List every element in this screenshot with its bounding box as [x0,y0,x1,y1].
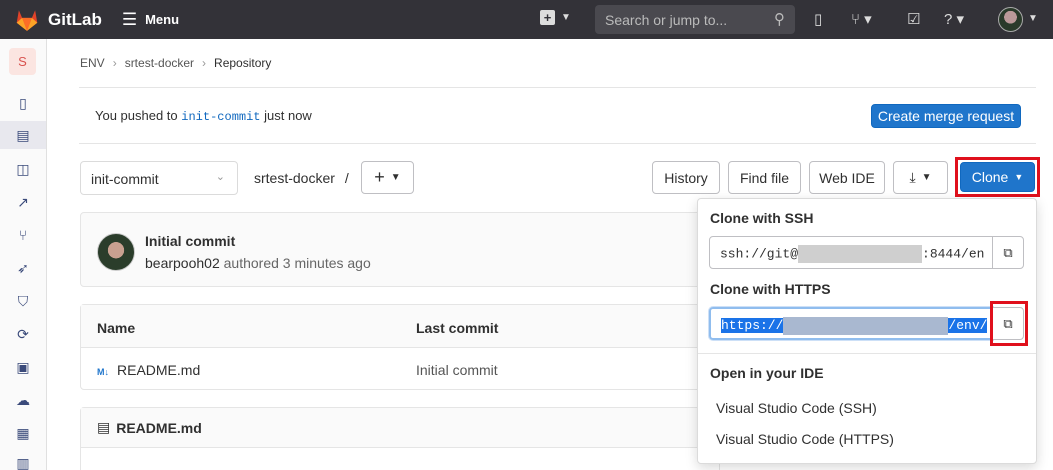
ssh-url-suffix: :8444/en [922,246,985,262]
gitlab-logo[interactable]: GitLab [14,7,102,33]
analytics-icon[interactable]: ▥ [0,449,46,470]
chevron-down-icon: ▼ [1014,172,1024,182]
clone-https-label: Clone with HTTPS [710,281,831,297]
top-navbar: GitLab ☰ Menu + ▼ Search or jump to... ⚲… [0,0,1053,39]
dropdown-divider [698,353,1036,354]
pushed-branch-link[interactable]: init-commit [181,110,260,124]
divider [79,143,1036,144]
open-in-ide-label: Open in your IDE [710,365,824,381]
chevron-down-icon: ⌄ [215,171,225,183]
repository-icon[interactable]: ▤ [0,121,46,149]
ssh-url-field[interactable]: ssh://git@ :8444/en [709,236,993,269]
create-merge-request-button[interactable]: Create merge request [871,104,1021,128]
clipboard-icon: ⧉ [1003,244,1013,260]
commit-time: authored 3 minutes ago [223,255,371,271]
markdown-file-icon: M↓ [97,367,109,377]
redacted-host [783,317,949,335]
hamburger-icon: ☰ [121,9,138,29]
external-link-icon[interactable]: ↗ [0,188,46,216]
merge-requests-icon[interactable]: ⑂ ▾ [851,10,872,28]
help-icon[interactable]: ? ▾ [944,10,964,28]
history-button[interactable]: History [652,161,720,194]
add-to-tree-dropdown[interactable]: + ▼ [361,161,414,194]
https-url-prefix: https:// [721,318,784,334]
readme-title: README.md [116,419,202,436]
divider [79,87,1036,88]
search-placeholder: Search or jump to... [605,12,728,28]
path-root[interactable]: srtest-docker [254,170,335,186]
issues-icon[interactable]: ◫ [0,155,46,183]
commit-author[interactable]: bearpooh02 [145,255,220,271]
file-last-commit-link[interactable]: Initial commit [416,362,498,378]
issues-icon[interactable]: ▯ [814,10,822,28]
readme-panel: ▤ README.md [80,407,720,470]
column-header-name: Name [97,320,136,336]
push-notice-prefix: You pushed to [95,108,178,123]
search-input[interactable]: Search or jump to... ⚲ [595,5,795,34]
brand-name: GitLab [48,9,102,29]
project-overview-icon[interactable]: ▯ [0,89,46,117]
todos-icon[interactable]: ☑ [907,10,920,28]
https-url-field[interactable]: https:// /env/ [709,307,993,340]
cicd-icon[interactable]: ➶ [0,254,46,282]
https-url-suffix: /env/ [948,318,988,334]
path-separator: / [344,170,349,186]
breadcrumb-item-current[interactable]: Repository [214,56,271,70]
gitlab-tanuki-icon [16,9,38,31]
web-ide-button[interactable]: Web IDE [809,161,885,194]
download-icon: ⤓ [909,169,916,185]
commit-title[interactable]: Initial commit [145,233,235,249]
deployments-icon[interactable]: ⟳ [0,320,46,348]
merge-requests-icon[interactable]: ⑂ [0,221,46,249]
files-table: Name Last commit M↓ README.md Initial co… [80,304,720,390]
search-icon: ⚲ [774,11,785,28]
chevron-down-icon: ▼ [561,12,571,23]
packages-icon[interactable]: ▦ [0,419,46,447]
last-commit-panel: Initial commit bearpooh02 authored 3 min… [80,212,720,287]
readme-header: ▤ README.md [81,408,719,448]
clone-label: Clone [971,169,1009,185]
push-notice: You pushed to init-commit just now [95,108,312,124]
open-vscode-ssh[interactable]: Visual Studio Code (SSH) [716,400,877,416]
chevron-down-icon[interactable]: ▼ [1028,13,1038,24]
author-avatar[interactable] [97,233,135,271]
chevron-down-icon: ▼ [921,172,932,183]
download-dropdown[interactable]: ⤓ ▼ [893,161,948,194]
breadcrumb-item-group[interactable]: ENV [80,56,105,70]
plus-icon: + [540,10,555,25]
plus-icon: + [374,167,385,187]
highlight-frame-copy [990,301,1028,346]
monitor-icon[interactable]: ▣ [0,353,46,381]
redacted-host [798,245,923,263]
branch-selector[interactable]: init-commit ⌄ [80,161,238,195]
file-icon: ▤ [97,419,111,435]
find-file-button[interactable]: Find file [728,161,801,194]
clone-dropdown: Clone with SSH ssh://git@ :8444/en ⧉ Clon… [697,198,1037,464]
user-avatar[interactable] [998,7,1023,32]
column-header-last-commit: Last commit [416,320,499,336]
clone-button[interactable]: Clone ▼ [960,162,1035,192]
push-notice-suffix: just now [264,108,312,123]
project-avatar[interactable]: S [9,48,36,75]
project-sidebar: S ▯ ▤ ◫ ↗ ⑂ ➶ ⛉ ⟳ ▣ ☁ ▦ ▥ [0,39,47,470]
clone-ssh-label: Clone with SSH [710,210,814,226]
open-vscode-https[interactable]: Visual Studio Code (HTTPS) [716,431,894,447]
menu-button[interactable]: ☰ Menu [122,10,179,30]
security-icon[interactable]: ⛉ [0,287,46,315]
copy-ssh-button[interactable]: ⧉ [992,236,1024,269]
table-header: Name Last commit [81,305,719,348]
commit-meta: bearpooh02 authored 3 minutes ago [145,255,371,271]
breadcrumb: ENV › srtest-docker › Repository [80,56,271,70]
ssh-url-prefix: ssh://git@ [720,246,799,262]
breadcrumb-separator: › [112,56,117,70]
infrastructure-icon[interactable]: ☁ [0,386,46,414]
chevron-down-icon: ▼ [390,172,401,183]
path-breadcrumb: srtest-docker / [254,170,349,186]
menu-label: Menu [145,12,180,27]
file-name-link[interactable]: README.md [117,362,200,378]
breadcrumb-separator: › [202,56,207,70]
new-dropdown[interactable]: + ▼ [540,10,571,25]
breadcrumb-item-project[interactable]: srtest-docker [125,56,194,70]
branch-name: init-commit [91,171,159,187]
